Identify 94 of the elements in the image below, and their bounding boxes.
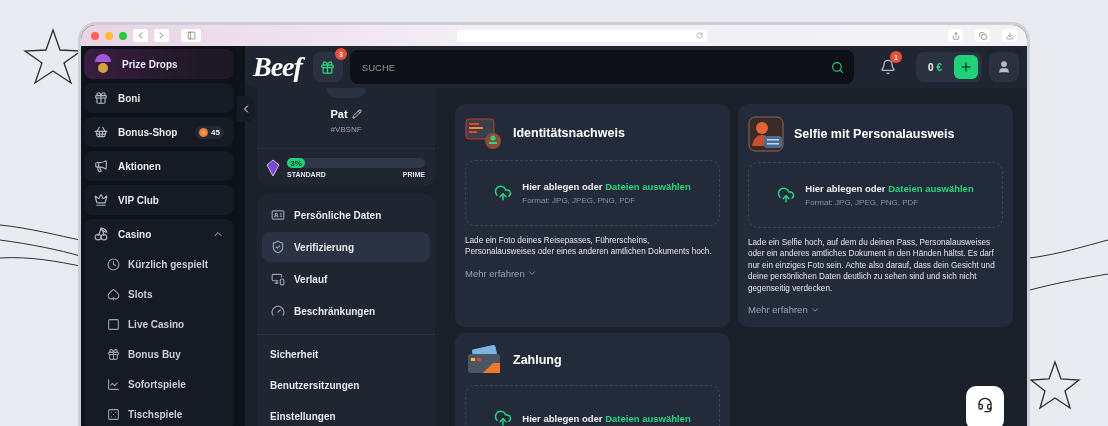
menu-item[interactable]: Verlauf	[262, 264, 430, 294]
sidebar-subitem[interactable]: Slots	[84, 279, 234, 309]
headset-icon	[977, 397, 993, 413]
game-category-icon	[107, 377, 120, 391]
tabs-icon	[978, 31, 987, 40]
sidebar-item[interactable]: Bonus-Shop 45	[84, 117, 234, 147]
collapse-sidebar-button[interactable]	[237, 96, 255, 122]
card-description: Lade ein Selfie hoch, auf dem du deinen Pass, Personalausweises oder ein anderes amtliches Dokument in den Händen hältst. Es darf nur ein einziges Foto sein. Achte also darauf, dass dein Gesicht und deine persönlichen Daten deutlich zu sehen sind und sich nicht gegenseitig verdecken.	[748, 237, 996, 295]
user-icon	[997, 60, 1011, 74]
menu-item[interactable]: Persönliche Daten	[262, 200, 430, 230]
browse-files-link[interactable]: Dateien auswählen	[888, 183, 974, 194]
game-category-icon	[107, 347, 120, 361]
format-hint: Format: JPG, JPEG, PNG, PDF	[805, 198, 920, 207]
share-button[interactable]	[948, 29, 963, 42]
cherry-icon	[94, 227, 108, 241]
search-icon	[830, 60, 844, 74]
sidebar-icon	[186, 31, 196, 40]
address-bar[interactable]	[457, 29, 707, 42]
monitor-icon	[271, 272, 285, 286]
share-icon	[951, 31, 960, 40]
reload-icon	[696, 32, 703, 39]
gift-icon	[320, 59, 336, 75]
flame-coin-icon	[199, 127, 209, 137]
gauge-icon	[271, 304, 285, 318]
card-description: Lade ein Foto deines Reisepasses, Führerscheins, Personalausweises oder eines anderen amtlichen Dokuments hoch.	[465, 235, 713, 258]
crown-icon	[94, 193, 108, 207]
edit-icon[interactable]	[351, 109, 362, 119]
cloud-upload-icon	[494, 184, 513, 202]
learn-more-button[interactable]: Mehr erfahren	[465, 267, 537, 279]
megaphone-icon	[94, 159, 108, 173]
sidebar-subitem[interactable]: Sofortspiele	[84, 369, 234, 399]
file-drop-zone[interactable]: Hier ablegen oder Dateien auswählen	[465, 385, 720, 426]
sidebar-item[interactable]: VIP Club	[84, 185, 234, 215]
points-badge: 45	[195, 125, 224, 139]
support-button[interactable]	[966, 386, 1004, 426]
basket-icon	[94, 125, 108, 139]
credit-cards-icon	[465, 345, 503, 376]
forward-button[interactable]	[154, 29, 169, 42]
sidebar-item[interactable]: Boni	[84, 83, 234, 113]
id-card-icon	[271, 208, 285, 222]
file-drop-zone[interactable]: Hier ablegen oder Dateien auswählen Format: JPG, JPEG, PNG, PDF	[465, 160, 720, 226]
sidebar-subitem[interactable]: Kürzlich gespielt	[84, 249, 234, 279]
profile-button[interactable]	[989, 52, 1019, 82]
progress-fill: 3%	[287, 158, 305, 168]
menu-item[interactable]: Beschränkungen	[262, 296, 430, 326]
game-category-icon	[107, 287, 120, 301]
menu-link[interactable]: Benutzersitzungen	[262, 370, 430, 401]
gem-icon	[265, 159, 281, 177]
close-window-icon[interactable]	[91, 31, 99, 40]
drop-hint: Hier ablegen oder Dateien auswählen	[522, 181, 691, 192]
download-icon	[1005, 31, 1014, 40]
search-field[interactable]: SUCHE	[359, 60, 831, 74]
cloud-upload-icon	[494, 409, 513, 426]
search-bar[interactable]: SUCHE	[349, 50, 854, 84]
id-card-icon	[465, 116, 503, 150]
card-title: Selfie mit Personalausweis	[794, 127, 955, 141]
user-id: #VBSNF	[330, 125, 362, 134]
sidebar-subitem[interactable]: Tischspiele	[84, 399, 234, 426]
plus-icon	[959, 60, 973, 74]
balance-amount: 0	[927, 61, 934, 73]
drop-hint: Hier ablegen oder Dateien auswählen	[522, 412, 691, 424]
card-title: Identitätsnachweis	[513, 126, 625, 140]
minimize-window-icon[interactable]	[105, 31, 113, 40]
sidebar-subitem[interactable]: Live Casino	[84, 309, 234, 339]
tabs-button[interactable]	[975, 29, 990, 42]
currency-symbol: €	[936, 61, 942, 73]
browse-files-link[interactable]: Dateien auswählen	[605, 412, 691, 424]
sidebar-toggle-button[interactable]	[181, 29, 201, 42]
menu-item[interactable]: Verifizierung	[262, 232, 430, 262]
browse-files-link[interactable]: Dateien auswählen	[605, 181, 691, 192]
gift-icon	[94, 91, 108, 105]
cloud-upload-icon	[777, 186, 796, 204]
person-card-icon	[748, 116, 784, 152]
sidebar-subitem[interactable]: Bonus Buy	[84, 339, 234, 369]
maximize-window-icon[interactable]	[119, 31, 127, 40]
parachute-coin-icon	[94, 53, 112, 75]
card-title: Zahlung	[513, 353, 562, 368]
drop-hint: Hier ablegen oder Dateien auswählen	[805, 183, 974, 194]
game-category-icon	[107, 257, 120, 271]
promo-item[interactable]: Prize Drops	[84, 49, 234, 79]
learn-more-button[interactable]: Mehr erfahren	[748, 304, 820, 316]
shield-check-icon	[271, 240, 285, 254]
game-category-icon	[107, 407, 120, 421]
bell-icon	[879, 59, 896, 75]
game-category-icon	[107, 317, 120, 331]
back-button[interactable]	[133, 29, 148, 42]
file-drop-zone[interactable]: Hier ablegen oder Dateien auswählen Format: JPG, JPEG, PNG, PDF	[748, 162, 1003, 228]
sidebar-item[interactable]: Aktionen	[84, 151, 234, 181]
menu-link[interactable]: Einstellungen	[262, 401, 430, 426]
menu-link[interactable]: Sicherheit	[262, 339, 430, 370]
user-name: Pat	[330, 108, 348, 120]
deposit-button[interactable]	[954, 55, 978, 79]
format-hint: Format: JPG, JPEG, PNG, PDF	[522, 196, 637, 205]
download-button[interactable]	[1002, 29, 1017, 42]
